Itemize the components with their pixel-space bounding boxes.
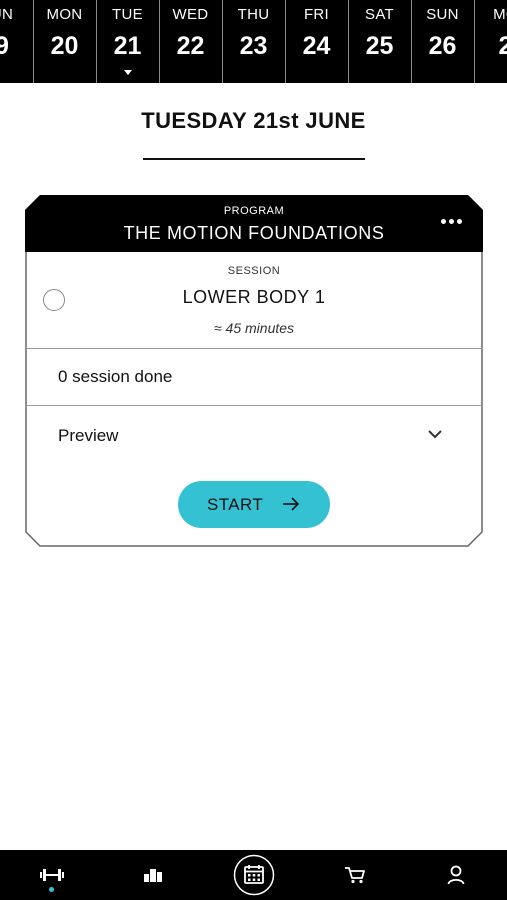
bottom-tab-bar — [0, 850, 507, 900]
tab-profile[interactable] — [405, 850, 506, 900]
tab-stats[interactable] — [102, 850, 203, 900]
day-number: 23 — [239, 32, 268, 60]
arrow-right-icon — [283, 497, 300, 511]
day-number: 20 — [50, 32, 79, 60]
preview-toggle[interactable]: Preview — [58, 426, 118, 446]
day-item-sat[interactable]: SAT 25 — [348, 0, 410, 83]
session-duration: ≈ 45 minutes — [213, 320, 295, 336]
day-item-mon[interactable]: MON 20 — [33, 0, 95, 83]
start-button-label: START — [207, 495, 264, 514]
active-tab-indicator — [49, 887, 54, 892]
chevron-down-icon[interactable] — [427, 427, 443, 441]
day-number: 2 — [498, 32, 507, 60]
program-label: PROGRAM — [223, 205, 285, 217]
session-card: PROGRAM THE MOTION FOUNDATIONS SESSION L… — [25, 195, 483, 547]
calendar-icon — [233, 854, 274, 896]
selected-day-caret-icon — [123, 70, 132, 75]
session-label: SESSION — [227, 265, 281, 277]
day-item-thu[interactable]: THU 23 — [222, 0, 284, 83]
week-strip: UN 9 MON 20 TUE 21 WED 22 THU 23 FRI 24 … — [0, 0, 507, 83]
day-item-wed[interactable]: WED 22 — [159, 0, 221, 83]
day-name: SAT — [365, 6, 394, 23]
program-header: PROGRAM THE MOTION FOUNDATIONS — [25, 195, 483, 251]
day-item-next[interactable]: MO 2 — [474, 0, 507, 83]
day-name: MO — [493, 6, 507, 23]
day-item-sun[interactable]: SUN 26 — [411, 0, 473, 83]
divider — [26, 405, 482, 406]
day-number: 26 — [428, 32, 457, 60]
day-number: 22 — [176, 32, 205, 60]
day-number: 9 — [0, 32, 9, 60]
tab-calendar[interactable] — [203, 850, 304, 900]
sessions-done-count: 0 session done — [58, 367, 173, 386]
day-item-tue[interactable]: TUE 21 — [96, 0, 158, 83]
day-name: FRI — [303, 6, 330, 23]
day-name: TUE — [112, 6, 143, 23]
title-underline — [143, 158, 365, 160]
stats-icon — [143, 869, 162, 882]
start-button[interactable]: START — [178, 481, 330, 528]
day-name: THU — [237, 6, 270, 23]
day-name: WED — [172, 6, 209, 23]
day-item-prev[interactable]: UN 9 — [0, 0, 33, 83]
tab-shop[interactable] — [304, 850, 405, 900]
day-name: UN — [0, 6, 14, 23]
profile-icon — [447, 865, 464, 885]
tab-workouts[interactable] — [1, 850, 102, 900]
dumbbell-icon — [39, 869, 64, 881]
more-dots-icon[interactable] — [439, 211, 465, 229]
cart-icon — [344, 867, 365, 884]
program-title: THE MOTION FOUNDATIONS — [123, 223, 385, 243]
day-number: 24 — [302, 32, 331, 60]
day-name: SUN — [426, 6, 459, 23]
day-name: MON — [46, 6, 83, 23]
session-title: LOWER BODY 1 — [182, 287, 326, 307]
day-number: 21 — [113, 32, 142, 60]
page-title: TUESDAY 21st JUNE — [141, 108, 366, 133]
day-item-fri[interactable]: FRI 24 — [285, 0, 347, 83]
divider — [26, 348, 482, 349]
day-number: 25 — [365, 32, 394, 60]
